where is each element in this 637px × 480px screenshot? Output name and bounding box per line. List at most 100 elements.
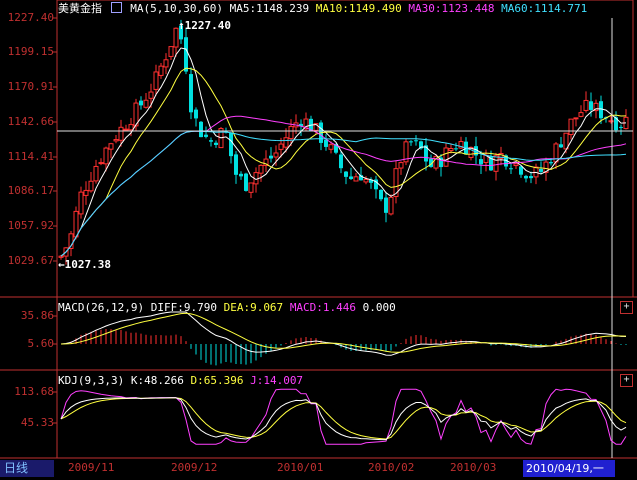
- price-tick: 1114.41: [7, 150, 54, 163]
- macd-zero-value: 0.000: [362, 301, 396, 314]
- candle-body: [239, 173, 243, 177]
- candle-body: [339, 154, 343, 169]
- k-value: K:48.266: [130, 374, 184, 387]
- price-tick: 1199.15: [7, 45, 54, 58]
- kdj-header: KDJ(9,3,3) K:48.266 D:65.396 J:14.007: [58, 374, 303, 387]
- candle-body: [214, 142, 218, 145]
- price-tick: 1029.67: [7, 254, 54, 267]
- price-tick: 1227.40: [7, 11, 54, 24]
- candle-body: [88, 180, 94, 192]
- chart-canvas[interactable]: [0, 0, 637, 480]
- candle-body: [414, 140, 418, 142]
- candle-body: [589, 101, 593, 110]
- candle-body: [578, 112, 584, 117]
- candle-body: [194, 109, 198, 119]
- candle-body: [199, 121, 203, 138]
- candle-body: [349, 176, 353, 179]
- ma-label: MA(5,10,30,60): [130, 2, 223, 15]
- date-label: 2010/03: [450, 461, 497, 474]
- ma60-value: MA60:1114.771: [501, 2, 588, 15]
- high-marker-arrow: ↑: [178, 19, 185, 32]
- candle-body: [568, 118, 574, 136]
- high-marker-text: 1227.40: [184, 19, 231, 32]
- macd-panel-add-button[interactable]: +: [620, 301, 633, 314]
- candle-body: [248, 182, 254, 193]
- candle-body: [479, 159, 483, 165]
- candle-body: [559, 144, 563, 148]
- price-tick: 1057.92: [7, 219, 54, 232]
- price-tick: 1142.66: [7, 115, 54, 128]
- candle-body: [118, 126, 124, 141]
- date-label: 2010/01: [277, 461, 324, 474]
- ma60-line: [60, 130, 627, 257]
- candle-body: [344, 171, 348, 177]
- candle-body: [539, 168, 543, 172]
- candle-body: [353, 176, 359, 182]
- candle-body: [283, 137, 289, 148]
- candle-body: [209, 140, 213, 142]
- date-label: 2009/12: [171, 461, 218, 474]
- diff-value: DIFF:9.790: [150, 301, 217, 314]
- ma-icon[interactable]: [110, 2, 122, 13]
- instrument-name: 美黄金指: [58, 2, 102, 15]
- candle-body: [98, 162, 104, 165]
- ma30-line: [60, 115, 627, 257]
- ma5-value: MA5:1148.239: [229, 2, 310, 15]
- candle-body: [448, 148, 454, 151]
- low-price-marker: ←1027.38: [58, 258, 111, 271]
- kdj-tick: 45.33: [20, 416, 54, 429]
- candle-body: [409, 141, 413, 143]
- date-label: 2010/02: [368, 461, 415, 474]
- price-header: 美黄金指 MA(5,10,30,60) MA5:1148.239 MA10:11…: [58, 2, 587, 15]
- candle-body: [123, 128, 129, 131]
- candle-body: [328, 144, 334, 150]
- ma5-line: [60, 47, 627, 257]
- candle-body: [509, 168, 513, 170]
- candle-body: [229, 133, 233, 157]
- candle-body: [83, 189, 89, 196]
- candle-body: [73, 210, 79, 238]
- candle-body: [398, 162, 404, 169]
- kdj-k-line: [60, 397, 627, 441]
- j-value: J:14.007: [250, 374, 304, 387]
- macd-tick: 5.60: [27, 337, 55, 350]
- candle-body: [163, 59, 169, 68]
- candle-body: [273, 152, 279, 158]
- candle-body: [379, 189, 383, 200]
- kdj-tick: 113.68: [14, 385, 54, 398]
- candle-body: [103, 147, 109, 165]
- candle-body: [493, 155, 499, 172]
- price-tick: 1086.17: [7, 184, 54, 197]
- dea-value: DEA:9.067: [223, 301, 284, 314]
- candle-body: [563, 132, 569, 150]
- macd-header: MACD(26,12,9) DIFF:9.790 DEA:9.067 MACD:…: [58, 301, 396, 314]
- candle-body: [529, 176, 533, 179]
- candle-body: [143, 99, 149, 108]
- period-button[interactable]: 日线: [0, 460, 54, 477]
- candle-body: [443, 147, 449, 167]
- candle-body: [278, 143, 284, 150]
- candle-body: [148, 91, 154, 99]
- d-value: D:65.396: [190, 374, 244, 387]
- candle-body: [519, 166, 523, 175]
- candle-body: [269, 155, 273, 159]
- candle-body: [139, 100, 143, 106]
- ma10-value: MA10:1149.490: [315, 2, 402, 15]
- candle-body: [108, 143, 114, 150]
- kdj-panel-add-button[interactable]: +: [620, 374, 633, 387]
- candle-body: [454, 148, 458, 150]
- candle-body: [573, 117, 579, 120]
- date-label: 2009/11: [68, 461, 115, 474]
- candle-body: [384, 197, 388, 213]
- candle-body: [549, 162, 553, 164]
- candle-body: [244, 173, 248, 191]
- candle-body: [258, 164, 264, 174]
- candle-body: [288, 125, 294, 140]
- low-marker-arrow: ←: [58, 258, 65, 271]
- cursor-date-label: 2010/04/19,一: [523, 460, 615, 477]
- kdj-label: KDJ(9,3,3): [58, 374, 125, 387]
- macd-tick: 35.86: [20, 309, 54, 322]
- candle-body: [158, 65, 164, 76]
- macd-value: MACD:1.446: [289, 301, 357, 314]
- candle-body: [204, 134, 208, 137]
